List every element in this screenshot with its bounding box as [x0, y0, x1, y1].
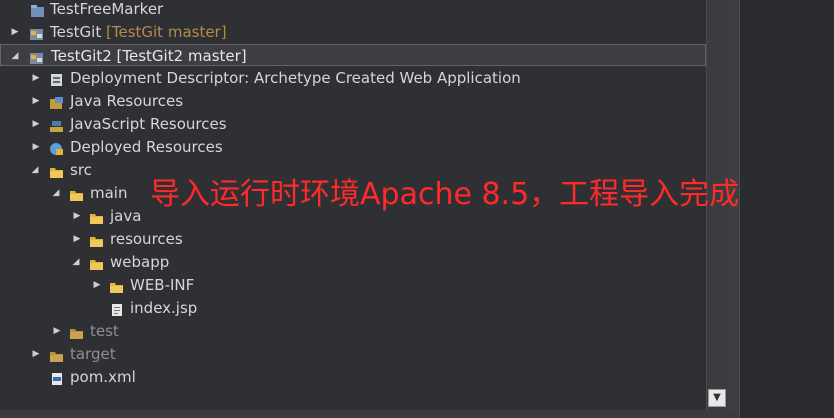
expand-arrow-icon[interactable]: ▶ — [30, 136, 42, 158]
project-icon — [30, 2, 45, 17]
javascript-resources-icon — [49, 117, 64, 132]
tree-item-label: test — [90, 322, 119, 340]
expand-arrow-icon[interactable]: ▶ — [91, 274, 103, 296]
annotation-text: 导入运行时环境Apache 8.5，工程导入完成 — [150, 177, 740, 212]
folder-icon — [89, 255, 104, 270]
git-project-icon — [29, 25, 44, 40]
expand-arrow-icon[interactable]: ▶ — [71, 205, 83, 227]
collapse-arrow-icon[interactable]: ◢ — [29, 159, 41, 181]
tree-item-label: TestGit — [50, 23, 102, 41]
tree-item-label: main — [90, 184, 128, 202]
scroll-down-button[interactable]: ▼ — [708, 389, 726, 407]
folder-icon — [69, 186, 84, 201]
expand-arrow-icon[interactable]: ▶ — [30, 67, 42, 89]
git-project-icon — [29, 49, 44, 64]
jsp-file-icon — [110, 301, 125, 316]
expand-arrow-icon[interactable]: ▶ — [71, 228, 83, 250]
deployed-resources-icon — [49, 140, 64, 155]
folder-icon — [49, 347, 64, 362]
folder-icon — [49, 163, 64, 178]
collapse-arrow-icon[interactable]: ◢ — [9, 45, 21, 67]
collapse-arrow-icon[interactable]: ◢ — [70, 251, 82, 273]
tree-item-label: TestFreeMarker — [50, 0, 164, 18]
tree-item-label: WEB-INF — [130, 276, 195, 294]
tree-item-label: index.jsp — [130, 299, 198, 317]
tree-item-label: JavaScript Resources — [70, 115, 227, 133]
tree-item-label: TestGit2 [TestGit2 master] — [51, 47, 247, 65]
expand-arrow-icon[interactable]: ▶ — [9, 21, 21, 43]
tree-item-testgit2[interactable]: ◢ TestGit2 [TestGit2 master] — [0, 44, 706, 66]
expand-arrow-icon[interactable]: ▶ — [30, 343, 42, 365]
expand-arrow-icon[interactable]: ▶ — [30, 90, 42, 112]
tree-item-label: java — [110, 207, 142, 225]
tree-item-label: target — [70, 345, 116, 363]
tree-item-label: Deployed Resources — [70, 138, 223, 156]
tree-item-label: src — [70, 161, 92, 179]
bottom-bar — [0, 410, 739, 418]
expand-arrow-icon[interactable]: ▶ — [30, 113, 42, 135]
collapse-arrow-icon[interactable]: ◢ — [50, 182, 62, 204]
tree-item-label: webapp — [110, 253, 170, 271]
java-resources-icon — [49, 94, 64, 109]
tree-item-label: Deployment Descriptor: Archetype Created… — [70, 69, 521, 87]
tree-item-label: resources — [110, 230, 183, 248]
folder-icon — [69, 324, 84, 339]
xml-file-icon — [50, 370, 65, 385]
folder-icon — [89, 209, 104, 224]
tree-item-label: Java Resources — [70, 92, 184, 110]
folder-icon — [109, 278, 124, 293]
folder-icon — [89, 232, 104, 247]
git-branch-decoration: [TestGit master] — [106, 23, 227, 41]
tree-item-label: pom.xml — [70, 368, 136, 386]
deployment-descriptor-icon — [49, 71, 64, 86]
expand-arrow-icon[interactable]: ▶ — [51, 320, 63, 342]
